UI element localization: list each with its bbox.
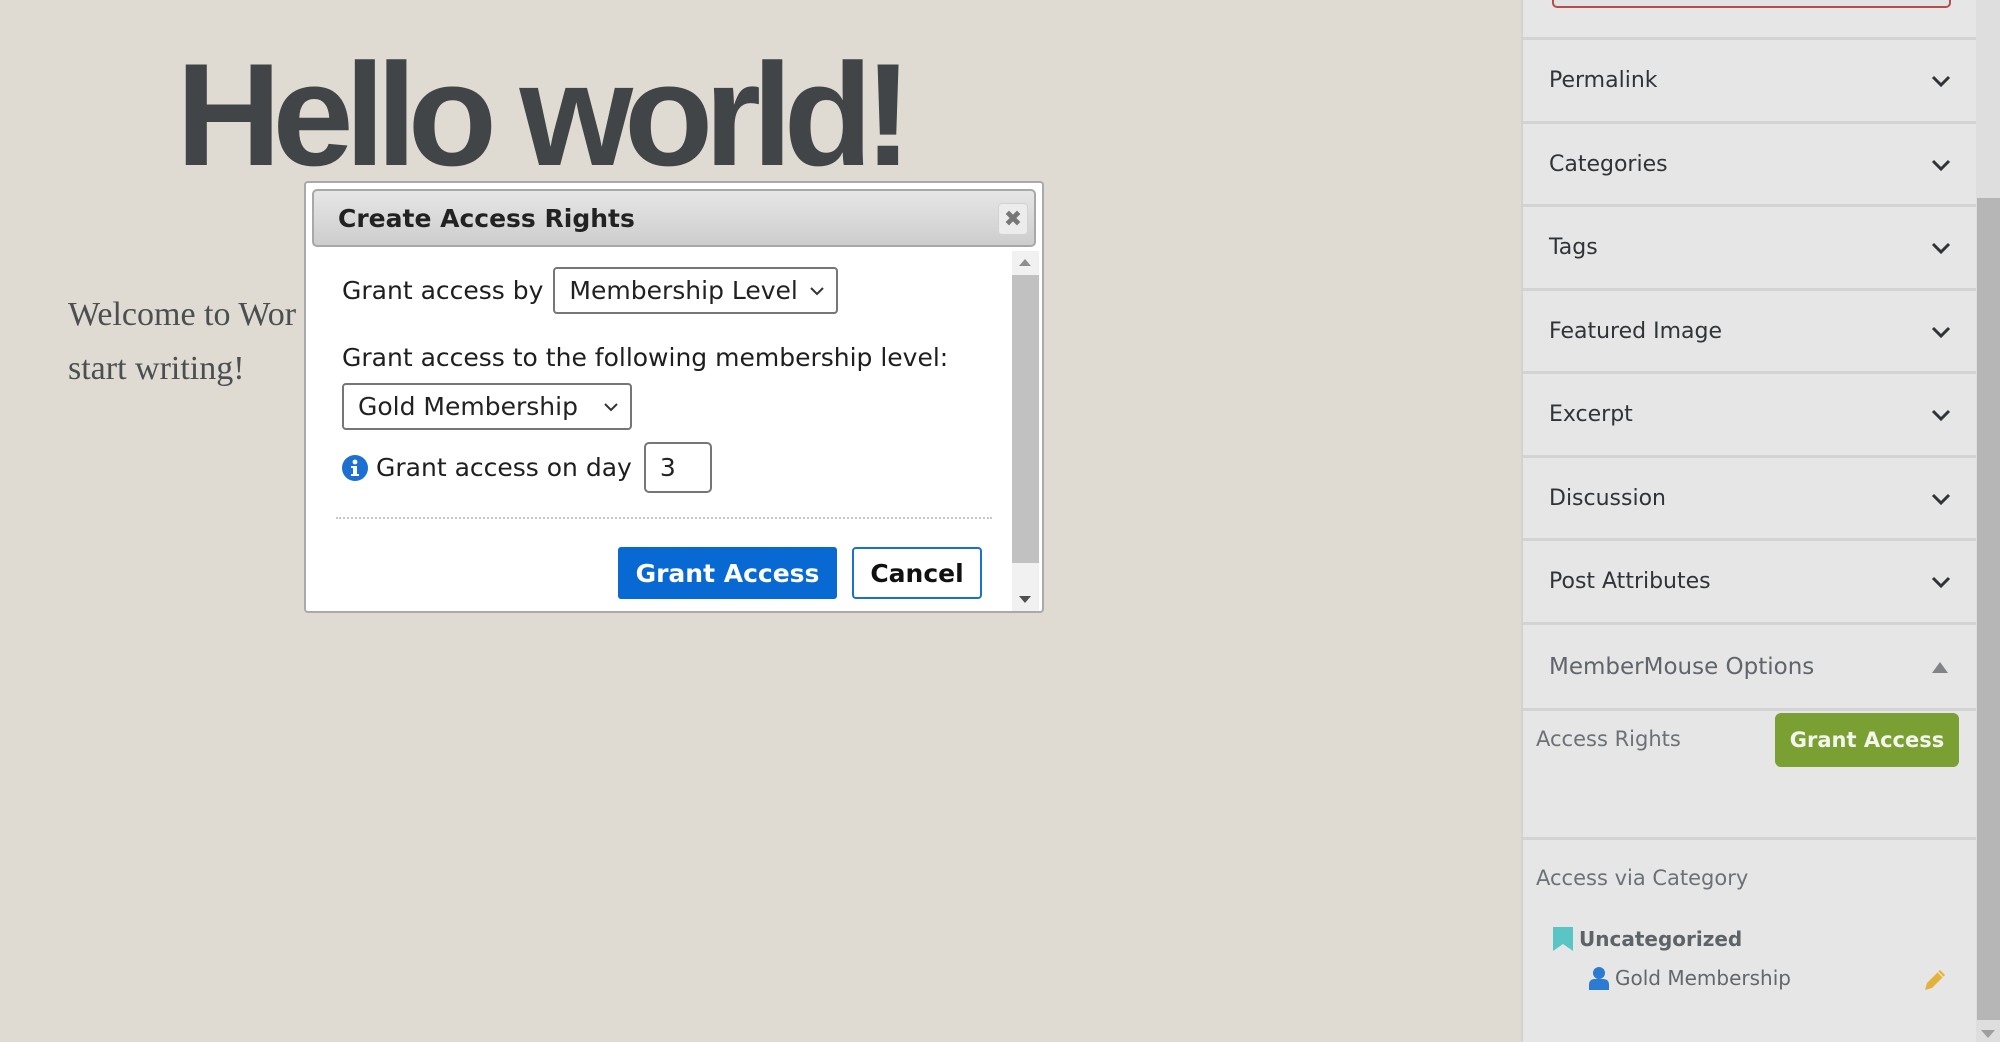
page-scrollbar[interactable]	[1976, 0, 2000, 1042]
grant-day-input[interactable]	[643, 442, 712, 493]
access-rights-label: Access Rights	[1536, 727, 1681, 751]
category-item: Uncategorized	[1553, 927, 1742, 951]
membership-name: Gold Membership	[1615, 966, 1791, 990]
dialog-divider	[336, 517, 992, 519]
panel-title: Categories	[1549, 152, 1668, 177]
triangle-up-icon	[1932, 661, 1948, 673]
panel-title: Featured Image	[1549, 319, 1722, 344]
chevron-down-icon	[1931, 159, 1951, 171]
membership-item: Gold Membership	[1589, 966, 1791, 990]
close-icon[interactable]: ✖	[998, 203, 1028, 235]
chevron-down-icon	[1931, 75, 1951, 87]
pencil-icon[interactable]	[1923, 968, 1947, 992]
chevron-down-icon	[1931, 409, 1951, 421]
panel-tags[interactable]: Tags	[1523, 204, 1976, 288]
panel-categories[interactable]: Categories	[1523, 121, 1976, 205]
post-title[interactable]: Hello world!	[176, 38, 912, 192]
panel-featured-image[interactable]: Featured Image	[1523, 288, 1976, 372]
dialog-body: Grant access by Membership Level Grant a…	[306, 247, 1010, 611]
chevron-down-icon	[604, 402, 618, 411]
access-via-category-section	[1523, 837, 1976, 840]
dialog-scrollbar[interactable]	[1012, 251, 1039, 611]
scroll-down-arrow-icon[interactable]	[1981, 1030, 1995, 1038]
grant-by-label: Grant access by	[342, 276, 544, 305]
access-rights-section	[1523, 708, 1976, 711]
grant-by-row: Grant access by Membership Level	[342, 267, 838, 314]
grant-day-row: Grant access on day	[342, 442, 712, 493]
panel-title: Excerpt	[1549, 402, 1633, 427]
create-access-rights-dialog: Create Access Rights ✖ Grant access by M…	[304, 181, 1044, 613]
chevron-down-icon	[1931, 326, 1951, 338]
panel-title: Discussion	[1549, 486, 1666, 511]
dialog-titlebar[interactable]: Create Access Rights ✖	[312, 189, 1036, 247]
membership-level-select[interactable]: Gold Membership	[342, 383, 632, 430]
sidebar-top-field[interactable]	[1552, 0, 1951, 8]
grant-by-value: Membership Level	[569, 276, 798, 305]
settings-sidebar: Permalink Categories Tags Featured Image…	[1521, 0, 1976, 1042]
panel-title: Post Attributes	[1549, 569, 1711, 594]
chevron-down-icon	[1931, 493, 1951, 505]
panel-title: Tags	[1549, 235, 1598, 260]
dialog-title: Create Access Rights	[338, 204, 635, 233]
scroll-up-arrow-icon[interactable]	[1019, 259, 1031, 266]
membership-level-value: Gold Membership	[358, 392, 578, 421]
grant-access-button[interactable]: Grant Access	[1775, 713, 1959, 767]
panel-post-attributes[interactable]: Post Attributes	[1523, 538, 1976, 622]
panel-discussion[interactable]: Discussion	[1523, 455, 1976, 539]
panel-title: Permalink	[1549, 68, 1658, 93]
bookmark-icon	[1553, 927, 1573, 951]
chevron-down-icon	[1931, 242, 1951, 254]
access-via-category-label: Access via Category	[1536, 866, 1749, 890]
info-icon[interactable]	[342, 454, 368, 481]
panel-excerpt[interactable]: Excerpt	[1523, 371, 1976, 455]
page-scrollbar-thumb[interactable]	[1977, 198, 2000, 1020]
dialog-grant-access-button[interactable]: Grant Access	[618, 547, 837, 599]
panel-title: MemberMouse Options	[1549, 654, 1815, 680]
chevron-down-icon	[1931, 576, 1951, 588]
user-icon	[1589, 967, 1609, 990]
category-name: Uncategorized	[1579, 927, 1743, 951]
dialog-cancel-button[interactable]: Cancel	[852, 547, 982, 599]
grant-day-label: Grant access on day	[376, 453, 632, 482]
scroll-down-arrow-icon[interactable]	[1019, 596, 1031, 603]
dialog-scrollbar-thumb[interactable]	[1012, 275, 1039, 563]
panel-membermouse-options[interactable]: MemberMouse Options	[1523, 622, 1976, 709]
grant-by-select[interactable]: Membership Level	[553, 267, 838, 314]
chevron-down-icon	[810, 286, 824, 295]
membership-level-label: Grant access to the following membership…	[342, 343, 949, 372]
panel-permalink[interactable]: Permalink	[1523, 37, 1976, 121]
